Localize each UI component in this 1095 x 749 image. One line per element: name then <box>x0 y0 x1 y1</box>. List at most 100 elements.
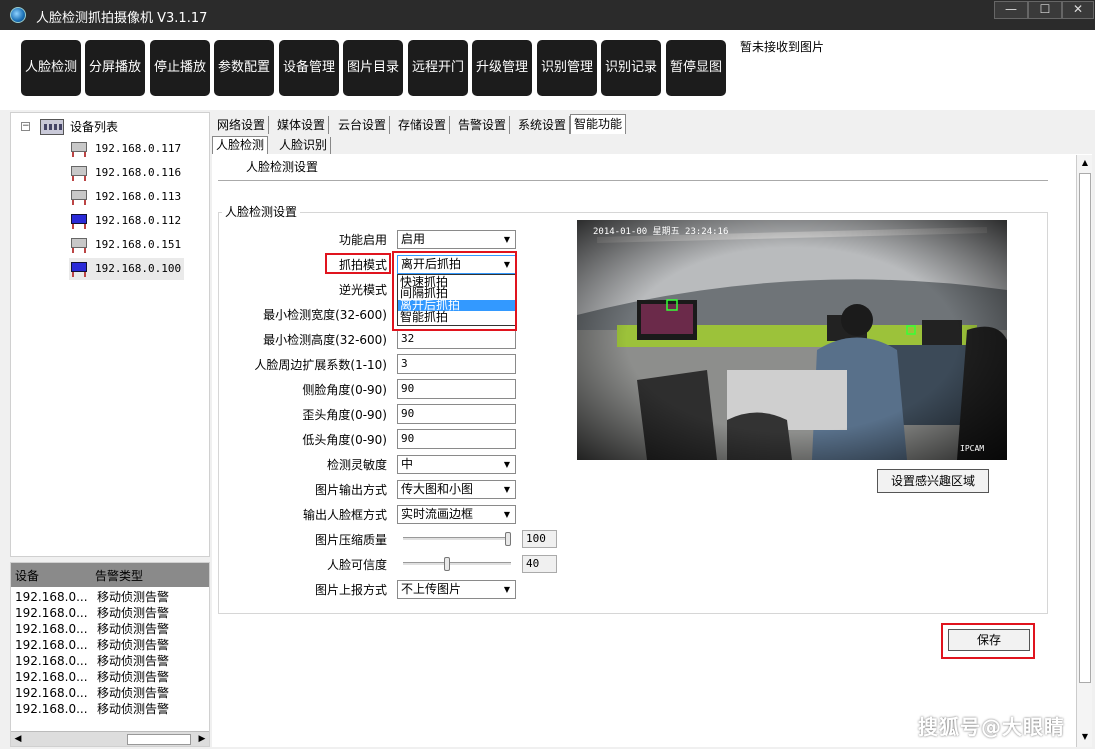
scroll-right-icon[interactable]: ▶ <box>196 732 208 746</box>
scroll-down-icon[interactable]: ▼ <box>1077 730 1093 744</box>
select-value: 实时流画边框 <box>401 507 474 521</box>
dropdown-arrow-icon[interactable]: ▼ <box>500 507 514 522</box>
dropdown-arrow-icon[interactable]: ▼ <box>500 582 514 597</box>
toolbar-param-config-button[interactable]: 参数配置 <box>214 40 274 96</box>
toolbar-remote-open-button[interactable]: 远程开门 <box>408 40 468 96</box>
alarm-list-header: 设备 告警类型 <box>11 563 209 587</box>
device-item[interactable]: 192.168.0.117 <box>69 138 184 160</box>
alarm-device-cell: 192.168.0... <box>15 622 88 636</box>
down-angle-input[interactable]: 90 <box>397 429 516 449</box>
dropdown-arrow-icon[interactable]: ▼ <box>500 457 514 472</box>
func-enable-select[interactable]: 启用 ▼ <box>397 230 516 249</box>
label-backlight-mode: 逆光模式 <box>338 283 387 297</box>
alarm-type-cell: 移动侦测告警 <box>97 622 170 636</box>
toolbar-image-dir-button[interactable]: 图片目录 <box>343 40 403 96</box>
upload-mode-select[interactable]: 不上传图片 ▼ <box>397 580 516 599</box>
title-bar: 人脸检测抓拍摄像机 V3.1.17 — ☐ ✕ <box>0 0 1095 30</box>
alarm-horizontal-scrollbar[interactable]: ◀ ▶ <box>11 731 209 746</box>
select-value: 传大图和小图 <box>401 482 474 496</box>
label-upload: 图片上报方式 <box>314 583 387 597</box>
alarm-device-cell: 192.168.0... <box>15 670 88 684</box>
alarm-type-cell: 移动侦测告警 <box>97 702 170 716</box>
quality-slider-handle[interactable] <box>505 532 511 546</box>
select-value: 中 <box>401 457 414 471</box>
maximize-button[interactable]: ☐ <box>1028 1 1062 19</box>
confidence-slider[interactable] <box>403 562 511 566</box>
alarm-device-cell: 192.168.0... <box>15 638 88 652</box>
quality-value: 100 <box>522 530 557 548</box>
device-group-icon <box>40 119 64 135</box>
subtab-face-recog[interactable]: 人脸识别 <box>276 137 332 154</box>
device-item[interactable]: 192.168.0.112 <box>69 210 184 232</box>
toolbar-split-screen-button[interactable]: 分屏播放 <box>85 40 145 96</box>
alarm-type-cell: 移动侦测告警 <box>97 654 170 668</box>
device-ip: 192.168.0.112 <box>95 214 182 227</box>
device-tree-panel: − 设备列表 192.168.0.117 192.168.0.116 192.1… <box>10 112 210 557</box>
camera-offline-icon <box>69 141 89 158</box>
label-expand-factor: 人脸周边扩展系数(1-10) <box>254 358 387 372</box>
collapse-icon[interactable]: − <box>21 122 30 131</box>
section-title: 人脸检测设置 <box>246 160 319 174</box>
dropdown-arrow-icon[interactable]: ▼ <box>500 482 514 497</box>
toolbar-stop-play-button[interactable]: 停止播放 <box>150 40 210 96</box>
label-min-height: 最小检测高度(32-600) <box>263 333 387 347</box>
alarm-type-cell: 移动侦测告警 <box>97 686 170 700</box>
device-ip: 192.168.0.117 <box>95 142 182 155</box>
device-ip: 192.168.0.116 <box>95 166 182 179</box>
sensitivity-select[interactable]: 中 ▼ <box>397 455 516 474</box>
device-ip: 192.168.0.113 <box>95 190 182 203</box>
device-item[interactable]: 192.168.0.113 <box>69 186 184 208</box>
tab-storage[interactable]: 存储设置 <box>395 116 451 134</box>
toolbar-upgrade-button[interactable]: 升级管理 <box>472 40 532 96</box>
tab-alarm[interactable]: 告警设置 <box>455 116 511 134</box>
tab-network[interactable]: 网络设置 <box>214 116 270 134</box>
set-roi-button[interactable]: 设置感兴趣区域 <box>877 469 989 493</box>
confidence-slider-handle[interactable] <box>443 557 450 571</box>
quality-slider[interactable] <box>403 537 511 541</box>
toolbar-face-detect-button[interactable]: 人脸检测 <box>21 40 81 96</box>
min-height-input[interactable]: 32 <box>397 329 516 349</box>
toolbar-status-text: 暂未接收到图片 <box>740 40 825 54</box>
highlight-save-button <box>941 623 1035 659</box>
close-button[interactable]: ✕ <box>1062 1 1094 19</box>
side-angle-input[interactable]: 90 <box>397 379 516 399</box>
expand-factor-input[interactable]: 3 <box>397 354 516 374</box>
confidence-value: 40 <box>522 555 557 573</box>
label-box-output: 输出人脸框方式 <box>302 508 387 522</box>
camera-offline-icon <box>69 165 89 182</box>
scroll-left-icon[interactable]: ◀ <box>12 732 24 746</box>
camera-preview[interactable]: 2014-01-00 星期五 23:24:16 IPCAM <box>577 220 1007 460</box>
toolbar-pause-display-button[interactable]: 暂停显图 <box>666 40 726 96</box>
label-confidence: 人脸可信度 <box>326 558 387 572</box>
device-tree-label: 设备列表 <box>70 120 119 134</box>
scroll-up-icon[interactable]: ▲ <box>1077 156 1093 170</box>
toolbar-recog-manage-button[interactable]: 识别管理 <box>537 40 597 96</box>
alarm-type-cell: 移动侦测告警 <box>97 638 170 652</box>
device-item-selected[interactable]: 192.168.0.100 <box>69 258 184 280</box>
scrollbar-thumb[interactable] <box>1079 173 1091 683</box>
column-header-device[interactable]: 设备 <box>15 567 39 584</box>
highlight-capture-mode-label <box>325 253 391 274</box>
device-item[interactable]: 192.168.0.116 <box>69 162 184 184</box>
tab-ptz[interactable]: 云台设置 <box>335 116 391 134</box>
tab-smart-function[interactable]: 智能功能 <box>570 114 627 134</box>
tilt-angle-input[interactable]: 90 <box>397 404 516 424</box>
tab-media[interactable]: 媒体设置 <box>274 116 330 134</box>
label-down-angle: 低头角度(0-90) <box>302 433 387 447</box>
dropdown-arrow-icon[interactable]: ▼ <box>500 232 514 247</box>
content-vertical-scrollbar[interactable]: ▲ ▼ <box>1076 155 1092 747</box>
alarm-type-cell: 移动侦测告警 <box>97 670 170 684</box>
select-value: 不上传图片 <box>401 582 462 596</box>
toolbar-recog-record-button[interactable]: 识别记录 <box>601 40 661 96</box>
column-header-alarm-type[interactable]: 告警类型 <box>95 567 143 584</box>
pic-output-select[interactable]: 传大图和小图 ▼ <box>397 480 516 499</box>
camera-offline-icon <box>69 237 89 254</box>
minimize-button[interactable]: — <box>994 1 1028 19</box>
tab-system[interactable]: 系统设置 <box>515 116 571 134</box>
device-item[interactable]: 192.168.0.151 <box>69 234 184 256</box>
box-output-select[interactable]: 实时流画边框 ▼ <box>397 505 516 524</box>
scrollbar-thumb[interactable] <box>127 734 191 745</box>
alarm-type-cell: 移动侦测告警 <box>97 590 170 604</box>
toolbar-device-manage-button[interactable]: 设备管理 <box>279 40 339 96</box>
subtab-face-detect[interactable]: 人脸检测 <box>212 136 269 154</box>
